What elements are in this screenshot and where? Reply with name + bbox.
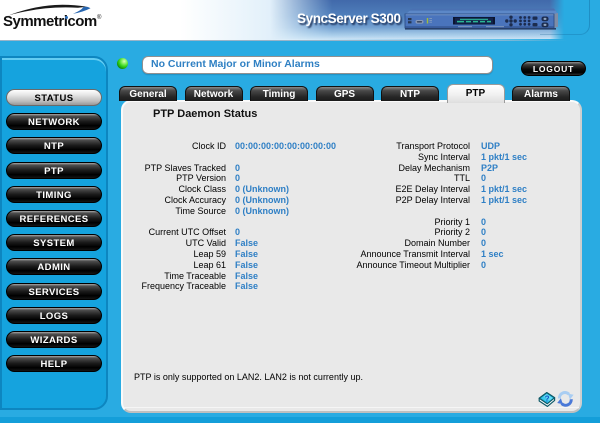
svg-text:?: ?: [545, 395, 550, 404]
